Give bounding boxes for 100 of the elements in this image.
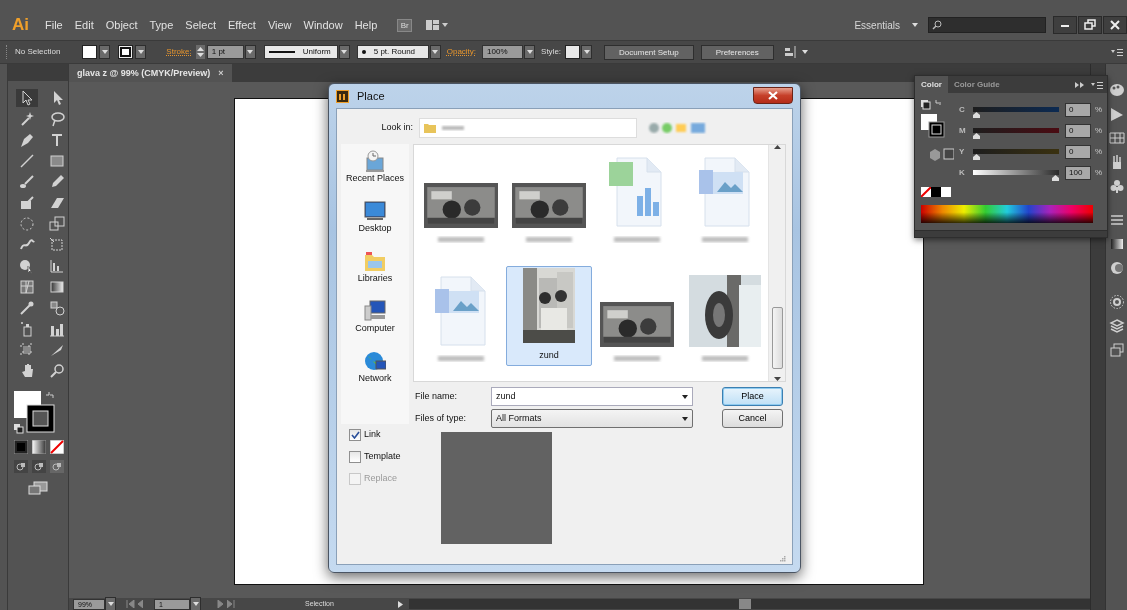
toolbar-button[interactable]: Document Setup [604,44,694,60]
menu-item[interactable]: View [261,16,298,34]
mesh-icon[interactable] [19,279,35,295]
places-item[interactable]: Recent Places [346,150,404,200]
align-icon[interactable] [783,46,798,58]
panel-menu-icon[interactable] [1091,80,1103,89]
swatch[interactable] [941,187,951,197]
blend-icon[interactable] [49,300,65,316]
artboards-icon[interactable] [1108,342,1125,358]
graph-icon[interactable] [49,258,65,274]
blob-brush-icon[interactable] [19,195,35,211]
grid-icon[interactable] [1108,130,1125,146]
rectangle-icon[interactable] [49,153,65,169]
slider-thumb[interactable] [973,111,980,118]
thumbnail-item[interactable]: zund [506,266,592,366]
close-button[interactable] [1103,16,1127,34]
free-transform-icon[interactable] [49,237,65,253]
stroke-swatch[interactable] [118,45,134,59]
club-icon[interactable] [1108,178,1125,194]
gradient-icon[interactable] [49,279,65,295]
stroke-profile-dropdown[interactable]: Uniform [263,45,338,59]
sun-icon[interactable] [1108,294,1125,310]
dropdown-button[interactable] [524,45,536,59]
restore-button[interactable] [1078,16,1102,34]
document-tab[interactable]: glava z @ 99% (CMYK/Preview) × [69,64,232,82]
pencil-icon[interactable] [49,174,65,190]
swatch[interactable] [931,187,941,197]
gradient-mode-icon[interactable] [32,440,46,454]
screen-mode-icon[interactable] [28,481,48,495]
draw-behind-icon[interactable] [32,460,46,473]
color-mode-icon[interactable] [14,440,28,454]
zoom-icon[interactable] [49,363,65,379]
dropdown-button[interactable] [429,45,441,59]
dropdown-button[interactable] [190,597,201,610]
slider-thumb[interactable] [973,153,980,160]
magic-wand-icon[interactable] [19,111,35,127]
menu-item[interactable]: Help [348,16,384,34]
slider-thumb[interactable] [973,132,980,139]
opacity-label[interactable]: Opacity: [446,46,477,58]
panel-menu-icon[interactable] [1111,48,1123,56]
type-icon[interactable] [49,132,65,148]
shape-builder-icon[interactable] [19,258,35,274]
paintbrush-icon[interactable] [19,174,35,190]
bridge-button[interactable]: Br [397,18,413,32]
menu-item[interactable]: Select [179,16,222,34]
lines-icon[interactable] [1108,212,1125,228]
dropdown-button[interactable] [105,597,116,610]
pen-icon[interactable] [19,132,35,148]
eyedropper-icon[interactable] [19,300,35,316]
column-graph-icon[interactable] [49,321,65,337]
dropdown-button[interactable] [244,45,256,59]
symbol-sprayer-icon[interactable] [19,321,35,337]
toolbar-button[interactable]: Preferences [700,44,774,60]
gradient-swatch-icon[interactable] [1108,236,1125,252]
panel-tab[interactable]: Color Guide [947,76,1006,93]
palette-icon[interactable] [1108,82,1125,98]
file-type-dropdown[interactable]: All Formats [491,409,693,428]
selection-icon[interactable] [19,90,35,106]
menu-item[interactable]: Window [297,16,349,34]
dropdown-button[interactable] [338,45,350,59]
value-field[interactable]: 100 [1065,165,1091,180]
minimize-button[interactable] [1053,16,1077,34]
workspace-switcher[interactable]: Essentials [854,17,900,33]
menu-item[interactable]: Object [99,16,144,34]
hand-icon[interactable] [19,363,35,379]
rotate-icon[interactable] [19,216,35,232]
artboard-icon[interactable] [19,342,35,358]
layers-icon[interactable] [1108,318,1125,334]
dropdown-button[interactable] [135,45,147,59]
dialog-button[interactable]: Place [722,387,783,406]
line-icon[interactable] [19,153,35,169]
value-field[interactable]: 0 [1065,123,1091,138]
arrange-documents-icon[interactable] [426,19,449,31]
slider-thumb[interactable] [1052,174,1059,181]
file-name-field[interactable]: zund [491,387,693,406]
menu-item[interactable]: Type [143,16,180,34]
style-swatch[interactable] [565,45,581,59]
lasso-icon[interactable] [49,111,65,127]
dropdown-button[interactable] [99,45,111,59]
panel-tab[interactable]: Color [915,76,948,93]
search-field[interactable] [928,17,1046,33]
opacity-field[interactable]: 100% [482,45,524,59]
value-field[interactable]: 0 [1065,144,1091,159]
places-item[interactable]: Desktop [358,200,392,250]
value-field[interactable]: 0 [1065,102,1091,117]
menu-item[interactable]: Effect [221,16,262,34]
close-button[interactable] [753,86,793,104]
play-icon[interactable] [397,600,403,608]
stroke-label[interactable]: Stroke: [166,46,192,58]
checkbox[interactable] [349,429,361,441]
menu-item[interactable]: File [39,16,69,34]
menu-item[interactable]: Edit [68,16,100,34]
fill-swatch[interactable] [82,45,98,59]
scroll-thumb[interactable] [771,307,783,369]
draw-normal-icon[interactable] [14,460,28,473]
places-item[interactable]: Libraries [357,250,393,300]
places-item[interactable]: Network [358,350,392,400]
dropdown-button[interactable] [581,45,593,59]
checkbox[interactable] [349,451,361,463]
gradient-triangle-icon[interactable] [1108,106,1125,122]
